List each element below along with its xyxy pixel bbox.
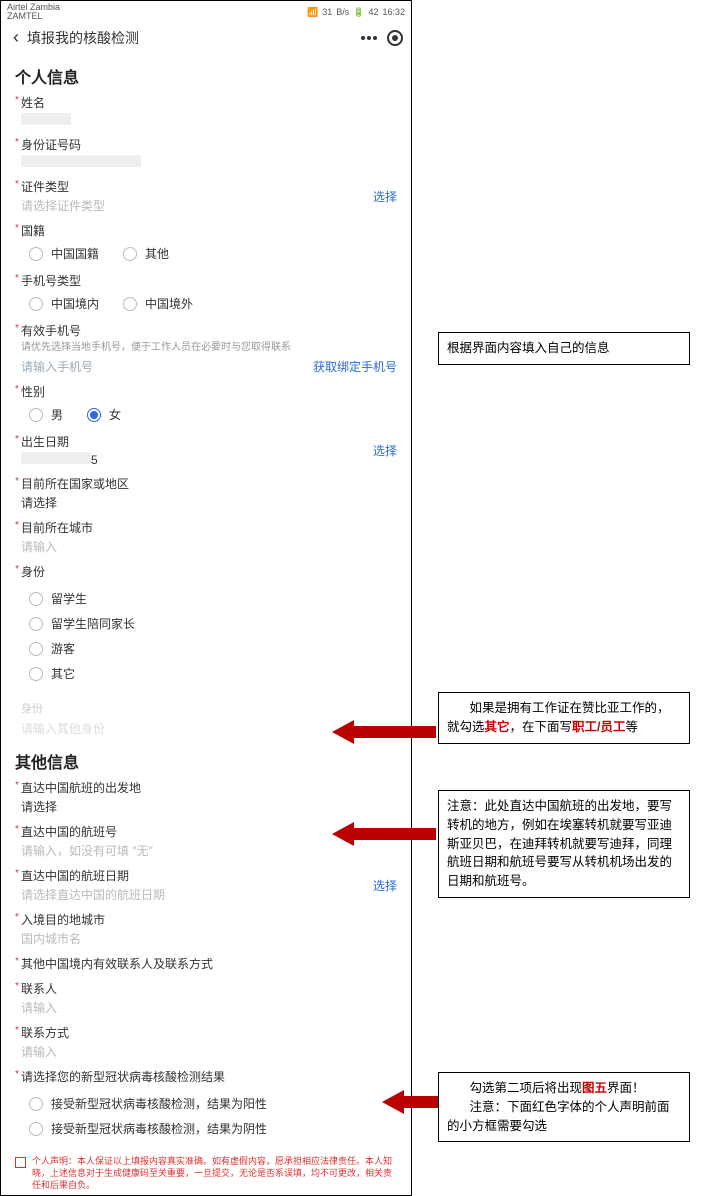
contact-person-input[interactable]: 请输入 [15,999,397,1016]
section-other: 其他信息 [15,749,397,773]
dest-city-label: 入境目的地城市 [15,911,397,928]
flight-date-input[interactable]: 请选择直达中国的航班日期 [15,886,165,903]
gender-label: 性别 [15,383,397,400]
form-content[interactable]: 个人信息 姓名 身份证号码 证件类型 请选择证件类型 选择 国 [1,54,411,1195]
country-value[interactable]: 请选择 [15,494,397,511]
country-label: 目前所在国家或地区 [15,475,397,492]
cert-select-link[interactable]: 选择 [373,188,397,205]
contact-way-input[interactable]: 请输入 [15,1043,397,1060]
get-bound-link[interactable]: 获取绑定手机号 [313,358,397,375]
id-label: 身份证号码 [15,136,397,153]
time: 16:32 [382,7,405,17]
annotation-pane: 根据界面内容填入自己的信息 如果是拥有工作证在赞比亚工作的，就勾选其它，在下面写… [412,0,710,1196]
carrier-2: ZAMTEL [7,12,60,21]
phone-type-label: 手机号类型 [15,272,397,289]
radio-other[interactable]: 其它 [29,665,393,682]
target-icon[interactable] [387,30,403,46]
depart-label: 直达中国航班的出发地 [15,779,397,796]
radio-nat-cn[interactable]: 中国国籍 [29,245,99,262]
annotation-4: 勾选第二项后将出现图五界面！ 注意：下面红色字体的个人声明前面的小方框需要勾选 [438,1072,690,1142]
page-title: 填报我的核酸检测 [27,28,361,48]
radio-parent[interactable]: 留学生陪同家长 [29,615,393,632]
radio-phone-cn[interactable]: 中国境内 [29,295,99,312]
declaration-text: 个人声明：本人保证以上填报内容真实准确。如有虚假内容，愿承担相应法律责任。本人知… [32,1155,397,1191]
city-input[interactable]: 请输入 [15,538,397,555]
name-label: 姓名 [15,94,397,111]
more-icon[interactable] [361,36,377,40]
dob-label: 出生日期 [15,433,98,450]
status-bar: Airtel Zambia ZAMTEL 📶 31 B/s 🔋 42 16:32 [1,1,411,23]
contact-label: 其他中国境内有效联系人及联系方式 [15,955,397,972]
name-value [21,113,71,125]
radio-female[interactable]: 女 [87,406,121,423]
radio-nat-other[interactable]: 其他 [123,245,169,262]
contact-way-label: 联系方式 [15,1024,397,1041]
nationality-label: 国籍 [15,222,397,239]
radio-phone-abroad[interactable]: 中国境外 [123,295,193,312]
radio-student[interactable]: 留学生 [29,590,393,607]
radio-tourist[interactable]: 游客 [29,640,393,657]
phone-input[interactable]: 请输入手机号 [15,358,93,375]
arrow-2 [332,720,436,744]
valid-phone-hint: 请优先选择当地手机号，便于工作人员在必要时与您取得联系 [15,341,397,354]
valid-phone-label: 有效手机号 [15,322,397,339]
nav-bar: ‹ 填报我的核酸检测 [1,23,411,54]
cert-type-label: 证件类型 [15,178,105,195]
identity-sub-label: 身份 [15,698,397,720]
radio-result-pos[interactable]: 接受新型冠状病毒核酸检测，结果为阳性 [29,1095,393,1112]
annotation-2: 如果是拥有工作证在赞比亚工作的，就勾选其它，在下面写职工/员工等 [438,692,690,744]
radio-result-neg[interactable]: 接受新型冠状病毒核酸检测，结果为阴性 [29,1120,393,1137]
contact-person-label: 联系人 [15,980,397,997]
declaration-checkbox[interactable] [15,1157,26,1168]
cert-type-value[interactable]: 请选择证件类型 [15,197,105,214]
annotation-3: 注意：此处直达中国航班的出发地，要写转机的地方，例如在埃塞转机就要写亚迪斯亚贝巴… [438,790,690,898]
identity-label: 身份 [15,563,397,580]
speed: B/s [336,7,349,17]
city-label: 目前所在城市 [15,519,397,536]
id-value [21,155,141,167]
battery: 42 [368,7,378,17]
depart-value[interactable]: 请选择 [15,798,397,815]
flight-date-label: 直达中国的航班日期 [15,867,165,884]
arrow-4 [382,1090,438,1114]
signal: 31 [322,7,332,17]
phone-frame: Airtel Zambia ZAMTEL 📶 31 B/s 🔋 42 16:32… [0,0,412,1196]
declaration-row: 个人声明：本人保证以上填报内容真实准确。如有虚假内容，愿承担相应法律责任。本人知… [15,1155,397,1191]
result-label: 请选择您的新型冠状病毒核酸检测结果 [15,1068,397,1085]
dob-value[interactable]: 5 [15,452,98,467]
dob-select-link[interactable]: 选择 [373,442,397,459]
annotation-1: 根据界面内容填入自己的信息 [438,332,690,365]
radio-male[interactable]: 男 [29,406,63,423]
arrow-3 [332,822,436,846]
section-personal: 个人信息 [15,64,397,88]
flight-date-select[interactable]: 选择 [373,877,397,894]
back-icon[interactable]: ‹ [9,27,23,48]
dest-city-input[interactable]: 国内城市名 [15,930,397,947]
